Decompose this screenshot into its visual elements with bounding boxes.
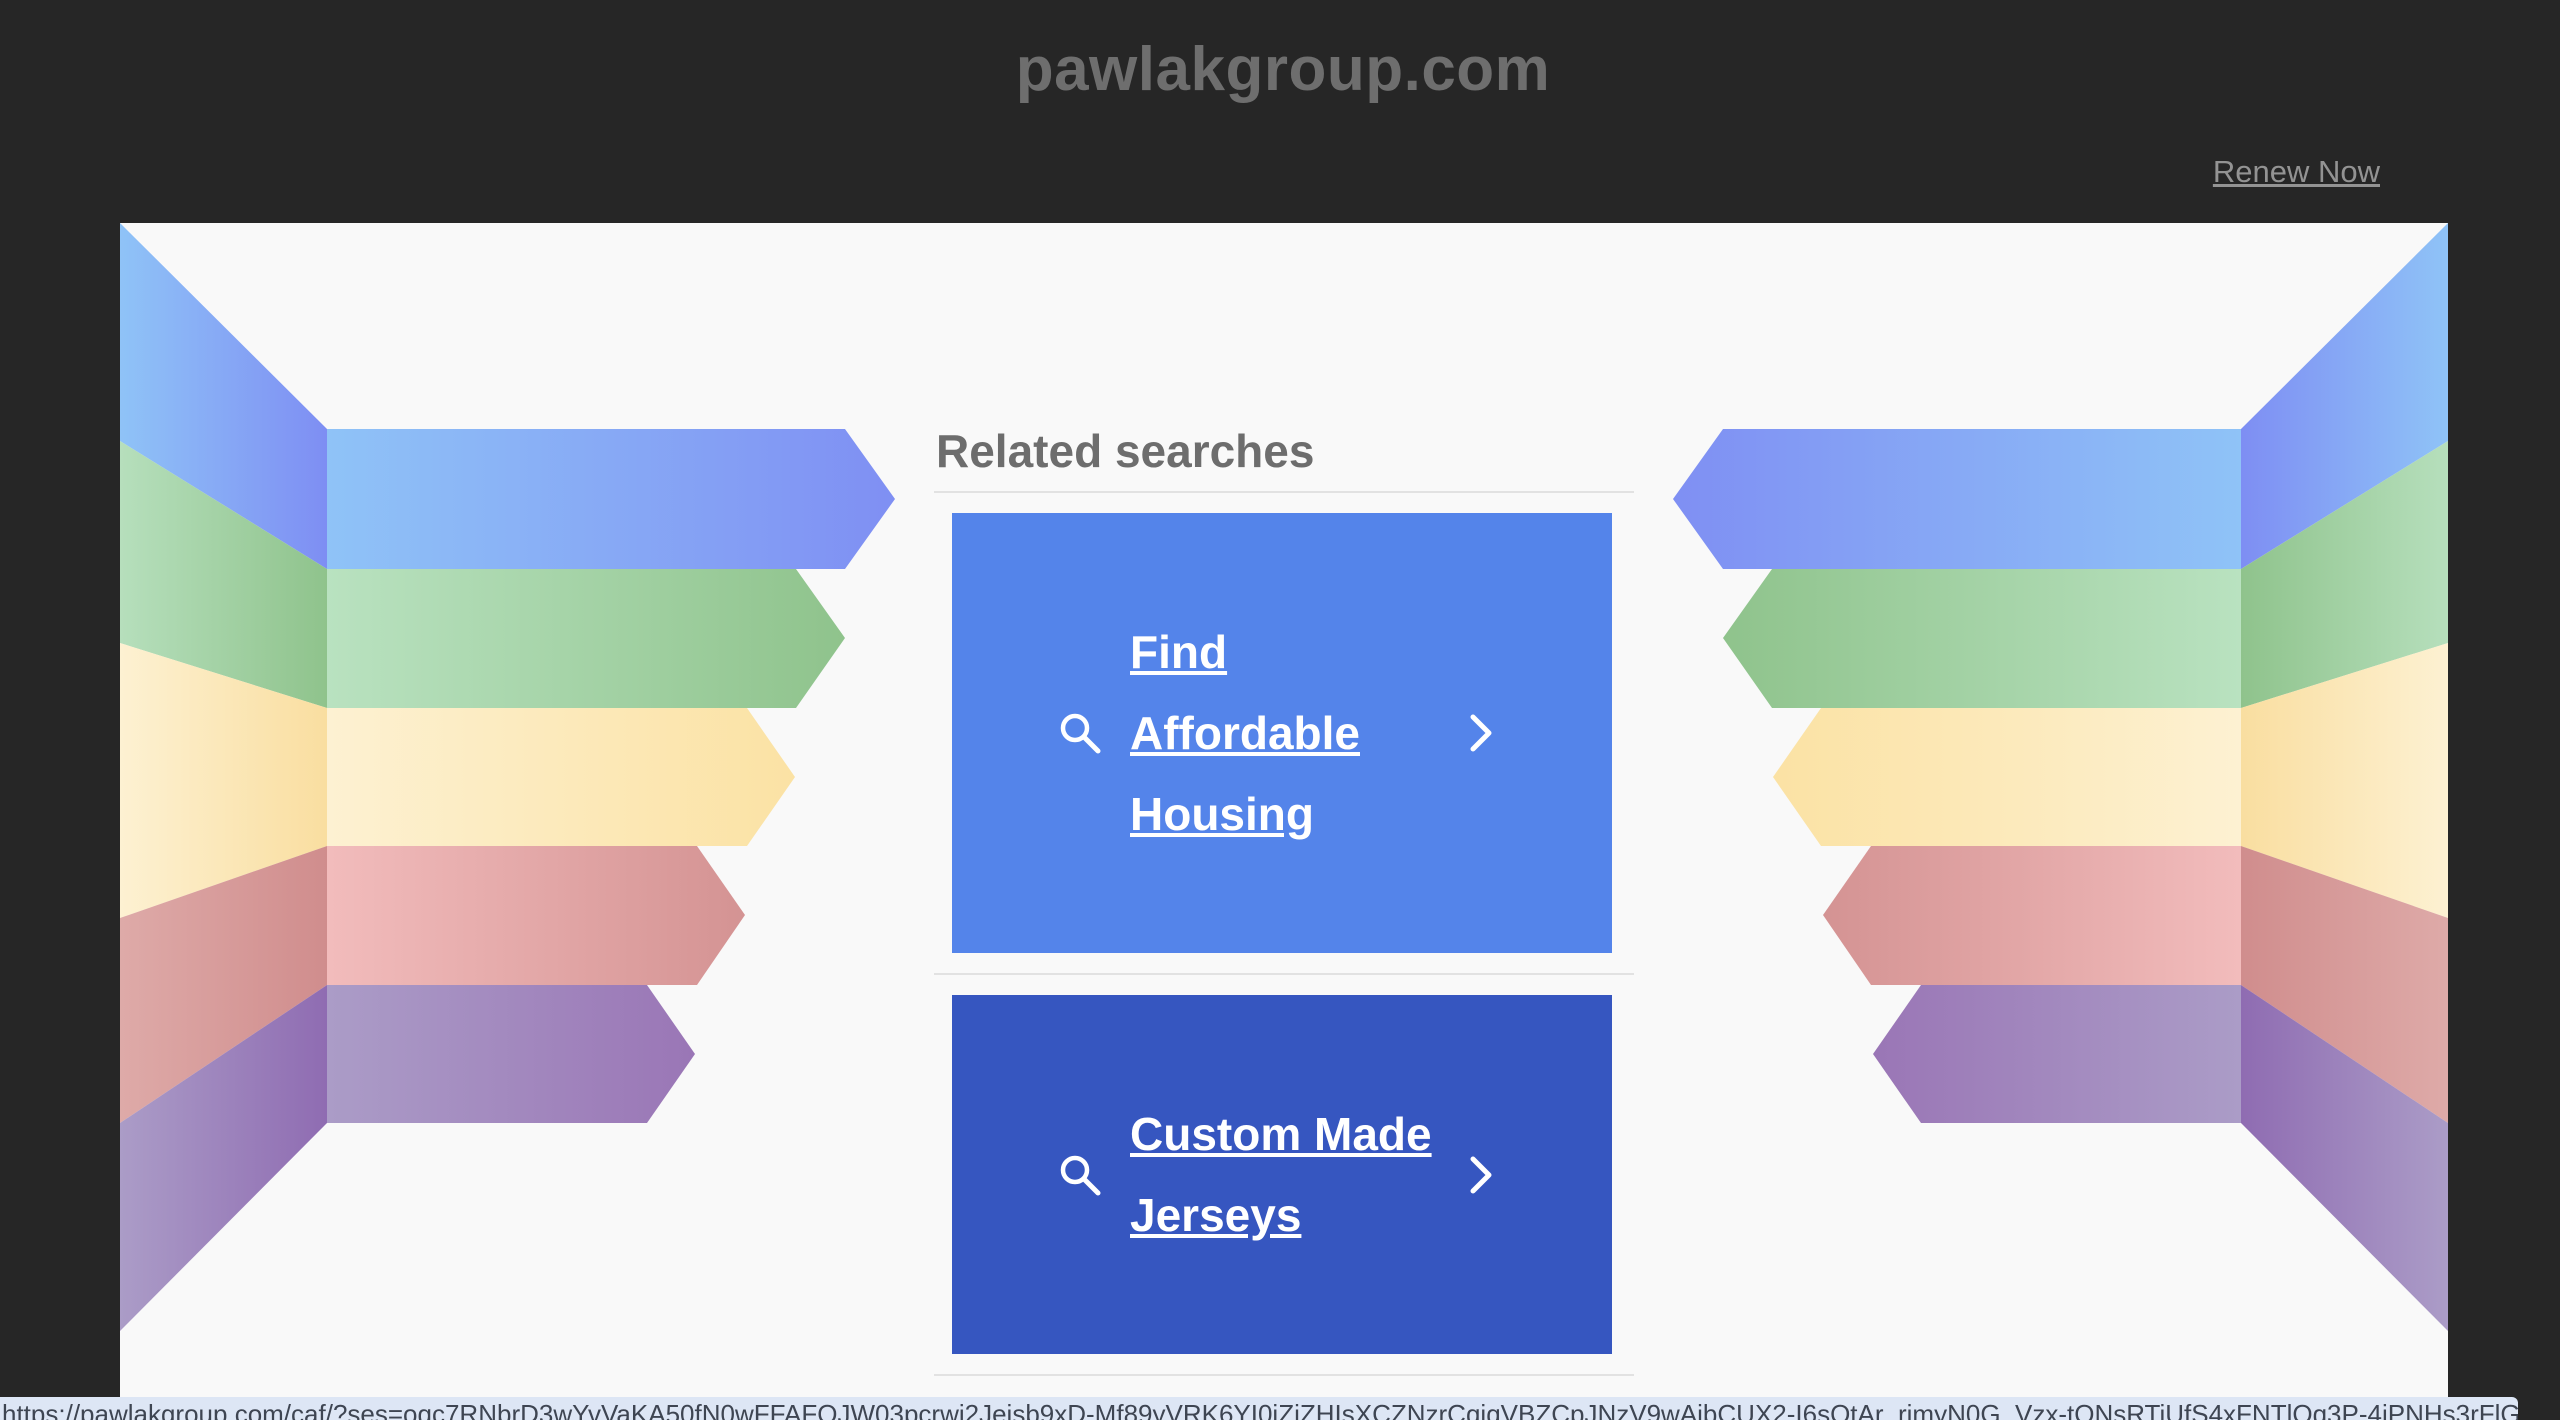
related-search-label[interactable]: Custom Made Jerseys: [1130, 1094, 1460, 1256]
related-search-label[interactable]: Find Affordable Housing: [1130, 612, 1460, 855]
status-bar-url: https://pawlakgroup.com/caf/?ses=oqc7RNb…: [0, 1397, 2518, 1420]
domain-title: pawlakgroup.com: [1015, 35, 1551, 104]
renew-now-link[interactable]: Renew Now: [2213, 154, 2380, 190]
related-searches-title: Related searches: [934, 428, 1634, 493]
related-search-link-custom-made-jerseys[interactable]: Custom Made Jerseys: [952, 995, 1612, 1354]
related-searches: Related searches Find Affordable Housing: [934, 428, 1634, 1376]
related-search-link-find-affordable-housing[interactable]: Find Affordable Housing: [952, 513, 1612, 953]
list-item: Find Affordable Housing: [934, 493, 1634, 975]
chevron-right-icon: [1470, 1156, 1492, 1193]
parked-domain-page: pawlakgroup.com Renew Now Related search…: [0, 0, 2560, 1420]
list-item: Custom Made Jerseys: [934, 975, 1634, 1376]
search-icon: [1060, 713, 1101, 754]
content-panel: Related searches Find Affordable Housing: [120, 223, 2448, 1420]
search-icon: [1060, 1155, 1101, 1195]
chevron-right-icon: [1470, 714, 1492, 752]
